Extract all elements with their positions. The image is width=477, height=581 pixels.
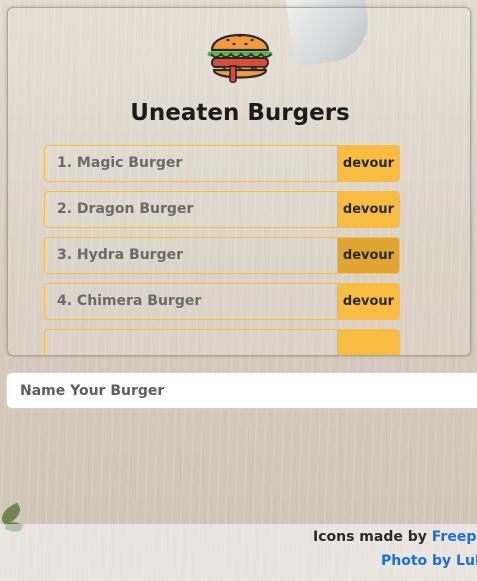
photo-credit: Photo by Luk (381, 553, 477, 569)
page-title: Uneaten Burgers (130, 100, 350, 126)
burger-name-input[interactable] (6, 372, 477, 409)
icons-credit-text: Icons made by (313, 529, 432, 545)
photo-credit-link[interactable]: Photo by Luk (381, 553, 477, 569)
devour-button[interactable]: devour (337, 146, 399, 181)
list-item (44, 329, 400, 355)
burger-name: 4. Chimera Burger (57, 293, 202, 309)
burger-list: 1. Magic Burger devour 2. Dragon Burger … (44, 145, 400, 355)
devour-button[interactable]: devour (337, 238, 399, 273)
burger-list-card: Uneaten Burgers 1. Magic Burger devour 2… (7, 7, 471, 356)
burger-name: 1. Magic Burger (57, 155, 183, 171)
burger-name: 2. Dragon Burger (57, 201, 194, 217)
list-item: 1. Magic Burger devour (44, 145, 400, 182)
list-item: 4. Chimera Burger devour (44, 283, 400, 320)
list-item: 2. Dragon Burger devour (44, 191, 400, 228)
freepik-link[interactable]: Freepik (432, 529, 477, 545)
icons-credit: Icons made by Freepik (313, 529, 477, 545)
devour-button[interactable] (337, 330, 399, 355)
burger-name: 3. Hydra Burger (57, 247, 183, 263)
list-item: 3. Hydra Burger devour (44, 237, 400, 274)
burger-name (45, 330, 337, 355)
devour-button[interactable]: devour (337, 284, 399, 319)
burger-icon (207, 33, 273, 84)
devour-button[interactable]: devour (337, 192, 399, 227)
